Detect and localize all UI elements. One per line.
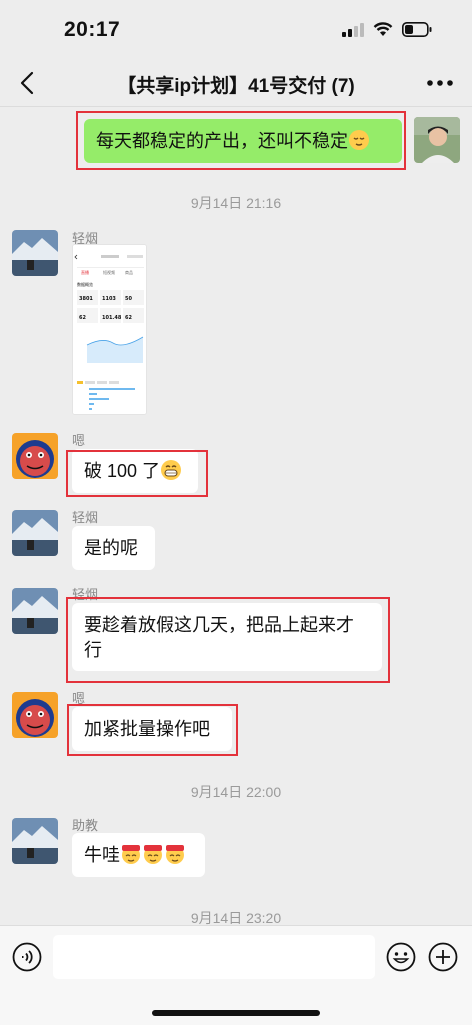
sender-name: 轻烟 xyxy=(72,510,99,525)
battery-icon xyxy=(402,22,432,37)
timestamp: 9月14日 21:16 xyxy=(190,195,282,211)
message-text: 是的呢 xyxy=(84,538,138,558)
chat-header: 【共享ip计划】41号交付 (7) xyxy=(0,60,472,107)
home-indicator xyxy=(152,1010,320,1016)
stat-value: 3801 xyxy=(79,296,93,302)
user-avatar[interactable] xyxy=(12,230,58,276)
sender-name: 助教 xyxy=(72,818,99,833)
stat-value: 101.48 xyxy=(102,315,122,321)
highlight-box xyxy=(67,704,238,756)
sender-name: 嗯 xyxy=(72,433,86,448)
voice-icon[interactable] xyxy=(12,942,42,972)
user-avatar[interactable] xyxy=(12,433,58,479)
signal-icon xyxy=(342,22,364,37)
self-avatar[interactable] xyxy=(414,117,460,163)
highlight-box xyxy=(66,597,390,683)
timestamp: 9月14日 22:00 xyxy=(190,784,282,800)
message-bubble[interactable]: 牛哇 xyxy=(72,833,205,877)
stat-value: 62 xyxy=(79,315,86,321)
666-emoji-icon xyxy=(166,845,184,864)
highlight-box xyxy=(76,111,406,170)
message-text: 牛哇 xyxy=(84,845,120,865)
tab-label: 商品 xyxy=(125,269,133,275)
user-avatar[interactable] xyxy=(12,510,58,556)
highlight-box xyxy=(66,450,208,497)
user-avatar[interactable] xyxy=(12,818,58,864)
message-bubble[interactable]: 是的呢 xyxy=(72,526,155,570)
user-avatar[interactable] xyxy=(12,588,58,634)
emoji-picker-icon[interactable] xyxy=(386,942,416,972)
chat-title: 【共享ip计划】41号交付 (7) xyxy=(117,76,355,97)
stat-value: 50 xyxy=(125,296,132,302)
message-input[interactable] xyxy=(53,935,375,979)
more-options-icon[interactable] xyxy=(426,78,454,88)
stat-value: 62 xyxy=(125,315,132,321)
section-title: 数据概览 xyxy=(77,281,93,287)
user-avatar[interactable] xyxy=(12,692,58,738)
wifi-icon xyxy=(373,22,393,36)
666-emoji-icon xyxy=(122,845,140,864)
status-icons xyxy=(342,22,432,37)
clock: 20:17 xyxy=(64,18,121,41)
plus-icon[interactable] xyxy=(428,942,458,972)
image-message[interactable]: 直播 短视频 商品 数据概览 3801 1103 50 62 101.48 62 xyxy=(72,244,147,415)
666-emoji-icon xyxy=(144,845,162,864)
tab-label: 直播 xyxy=(81,269,89,275)
status-bar: 20:17 xyxy=(0,0,472,60)
stat-value: 1103 xyxy=(102,296,116,302)
tab-label: 短视频 xyxy=(103,269,115,275)
